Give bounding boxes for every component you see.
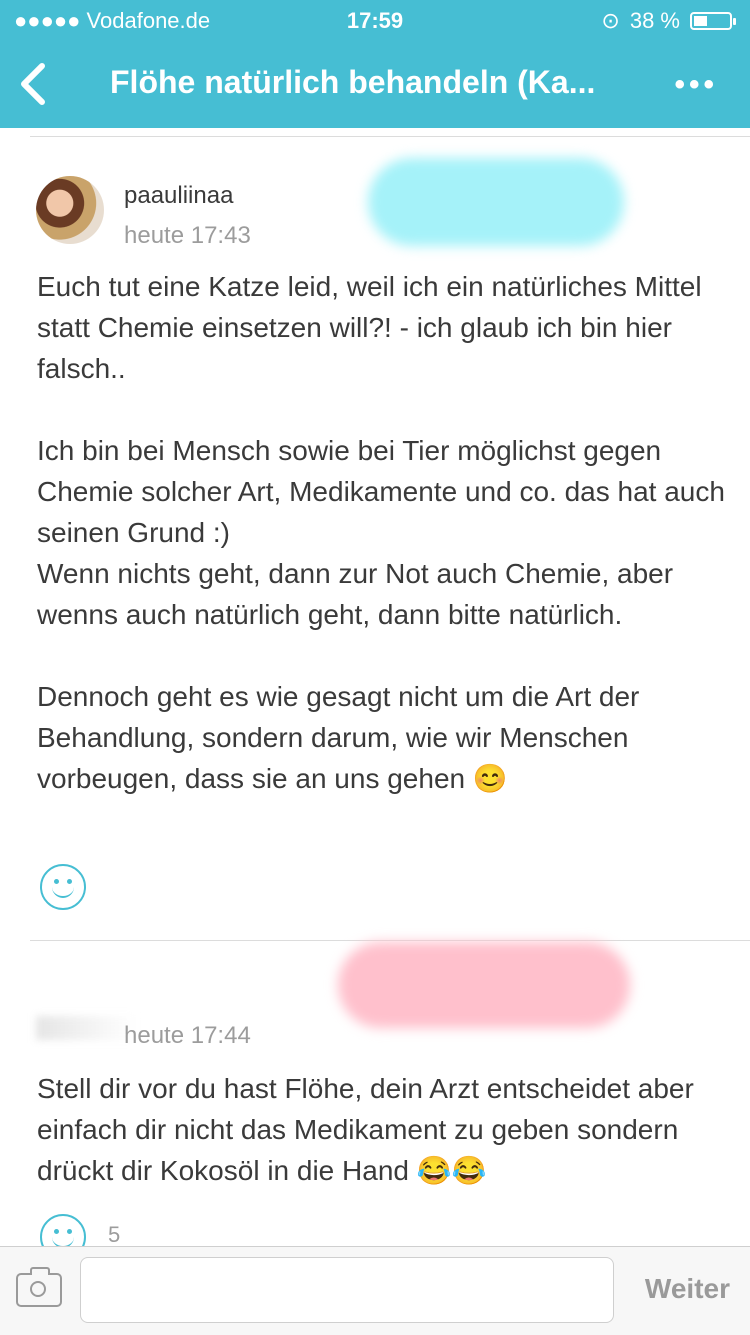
status-right: ⊙ 38 % [601, 8, 736, 34]
composer-bar: Weiter [0, 1246, 750, 1335]
divider [30, 136, 750, 137]
post-paragraph: Dennoch geht es wie gesagt nicht um die … [37, 681, 648, 794]
send-button[interactable]: Weiter [645, 1273, 730, 1305]
post-time: heute 17:44 [124, 1022, 251, 1049]
battery-icon [690, 12, 736, 30]
status-bar: ●●●●● Vodafone.de 17:59 ⊙ 38 % [0, 6, 750, 36]
reaction-smiley-icon[interactable] [40, 864, 86, 910]
back-icon[interactable] [14, 62, 54, 106]
avatar[interactable] [36, 176, 104, 244]
post-text: Euch tut eine Katze leid, weil ich ein n… [37, 266, 727, 799]
rotation-lock-icon: ⊙ [601, 8, 620, 33]
nav-bar: Flöhe natürlich behandeln (Ka... ••• [0, 52, 750, 116]
page-title: Flöhe natürlich behandeln (Ka... [110, 64, 596, 100]
post-paragraph: Ich bin bei Mensch sowie bei Tier möglic… [37, 435, 725, 630]
post-username[interactable]: paauliinaa [124, 182, 233, 210]
laughing-emoji: 😂😂 [416, 1155, 487, 1186]
redacted-blur [338, 942, 630, 1028]
smile-emoji: 😊 [472, 763, 508, 794]
camera-icon[interactable] [16, 1267, 62, 1307]
redacted-username [36, 1016, 136, 1040]
more-options-icon[interactable]: ••• [674, 68, 718, 102]
like-count: 5 [108, 1222, 121, 1247]
divider [30, 940, 750, 941]
redacted-blur [368, 158, 624, 246]
header: ●●●●● Vodafone.de 17:59 ⊙ 38 % Flöhe nat… [0, 0, 750, 128]
post-time: heute 17:43 [124, 222, 251, 249]
post-text: Stell dir vor du hast Flöhe, dein Arzt e… [37, 1068, 727, 1191]
battery-percentage: 38 % [629, 8, 680, 33]
post-paragraph: Euch tut eine Katze leid, weil ich ein n… [37, 271, 710, 384]
message-input[interactable] [80, 1257, 614, 1323]
post-paragraph: Stell dir vor du hast Flöhe, dein Arzt e… [37, 1073, 702, 1186]
